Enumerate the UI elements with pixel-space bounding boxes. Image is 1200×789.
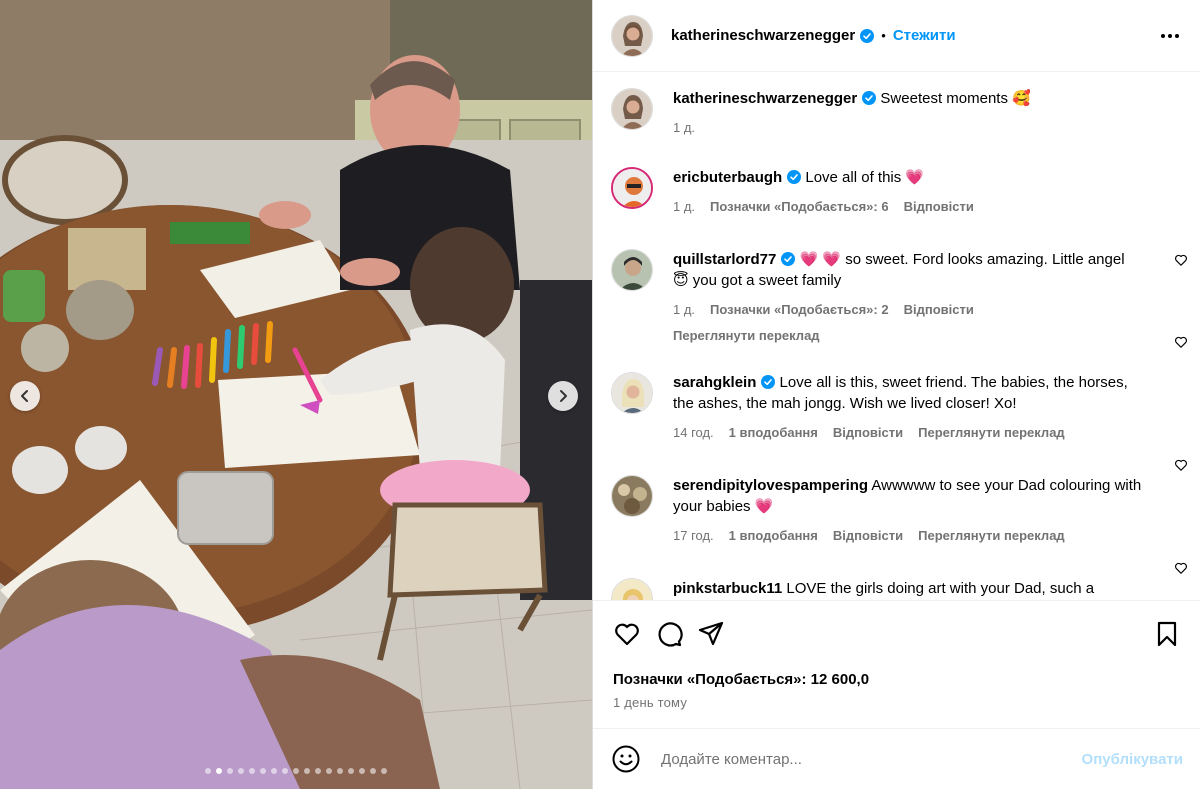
carousel-dot (326, 768, 332, 774)
follow-button[interactable]: Стежити (893, 27, 956, 44)
post-side-panel: katherineschwarzenegger • Стежити kather… (592, 0, 1200, 789)
reply-button[interactable]: Відповісти (833, 525, 903, 546)
carousel-dot (348, 768, 354, 774)
commenter-avatar[interactable] (611, 167, 653, 209)
comment-input[interactable] (661, 750, 1061, 768)
carousel-dot (293, 768, 299, 774)
comment-item: sarahgklein Love all is this, sweet frie… (611, 372, 1200, 471)
caption-username[interactable]: katherineschwarzenegger (673, 90, 857, 107)
carousel-dot (249, 768, 255, 774)
post-header: katherineschwarzenegger • Стежити (593, 0, 1200, 72)
commenter-avatar[interactable] (611, 372, 653, 414)
publish-button[interactable]: Опублікувати (1082, 751, 1183, 768)
comment-likes-link[interactable]: 1 вподобання (729, 525, 818, 546)
author-username[interactable]: katherineschwarzenegger (671, 27, 855, 44)
carousel-dot (260, 768, 266, 774)
comment-time: 17 год. (673, 528, 714, 543)
carousel-dot (370, 768, 376, 774)
carousel-dot (238, 768, 244, 774)
commenter-avatar[interactable] (611, 578, 653, 600)
carousel-dot (216, 768, 222, 774)
carousel-dot (227, 768, 233, 774)
comment-time: 14 год. (673, 425, 714, 440)
carousel-dot (304, 768, 310, 774)
commenter-username[interactable]: serendipitylovespampering (673, 477, 868, 494)
carousel-dot (282, 768, 288, 774)
post-caption: katherineschwarzenegger Sweetest moments… (611, 88, 1200, 138)
like-heart-icon[interactable] (613, 620, 641, 648)
see-translation-button[interactable]: Переглянути переклад (673, 325, 820, 346)
caption-avatar[interactable] (611, 88, 653, 130)
reply-button[interactable]: Відповісти (904, 196, 974, 217)
comment-time: 1 д. (673, 302, 696, 317)
more-options-button[interactable] (1158, 24, 1182, 48)
see-translation-button[interactable]: Переглянути переклад (918, 422, 1065, 443)
verified-badge-icon (781, 252, 796, 266)
author-avatar[interactable] (611, 14, 653, 57)
like-comment-heart-icon[interactable] (1174, 458, 1188, 472)
comment-text: Love all of this 💗 (805, 169, 925, 186)
carousel-dot (271, 768, 277, 774)
post-modal: katherineschwarzenegger • Стежити kather… (0, 0, 1200, 789)
share-send-icon[interactable] (697, 620, 725, 648)
next-slide-button[interactable] (548, 381, 578, 411)
chevron-left-icon (21, 390, 28, 402)
comment-icon[interactable] (655, 620, 683, 648)
carousel-dot (337, 768, 343, 774)
carousel-indicator (0, 768, 592, 774)
like-comment-heart-icon[interactable] (1174, 561, 1188, 575)
post-date: 1 день тому (613, 695, 688, 710)
comment-item: quillstarlord77 💗 💗 so sweet. Ford looks… (611, 249, 1200, 349)
comment-time: 1 д. (673, 199, 696, 214)
commenter-username[interactable]: sarahgklein (673, 374, 756, 391)
verified-badge-icon (761, 375, 776, 389)
comment-item: serendipitylovespampering Awwwww to see … (611, 475, 1200, 574)
caption-time: 1 д. (673, 120, 696, 135)
comment-likes-link[interactable]: 1 вподобання (729, 422, 818, 443)
separator-dot: • (881, 28, 886, 43)
carousel-dot (205, 768, 211, 774)
comment-item: ericbuterbaugh Love all of this 💗 1 д. П… (611, 167, 1200, 266)
emoji-icon[interactable] (611, 744, 641, 774)
comment-item: pinkstarbuck11 LOVE the girls doing art … (611, 578, 1200, 600)
comment-likes-link[interactable]: Позначки «Подобається»: 6 (710, 196, 889, 217)
verified-badge-icon (787, 170, 802, 184)
post-actions: Позначки «Подобається»: 12 600,0 1 день … (593, 600, 1200, 728)
reply-button[interactable]: Відповісти (833, 422, 903, 443)
comment-composer: Опублікувати (593, 728, 1200, 789)
carousel-dot (359, 768, 365, 774)
comments-list[interactable]: katherineschwarzenegger Sweetest moments… (593, 72, 1200, 600)
post-photo (0, 0, 592, 789)
see-translation-button[interactable]: Переглянути переклад (918, 525, 1065, 546)
commenter-avatar[interactable] (611, 249, 653, 291)
comment-text: LOVE the girls doing art with your Dad, … (786, 580, 1095, 597)
reply-button[interactable]: Відповісти (904, 299, 974, 320)
more-horizontal-icon (1161, 33, 1179, 38)
chevron-right-icon (560, 390, 567, 402)
caption-text: Sweetest moments 🥰 (880, 90, 1031, 107)
verified-badge-icon (862, 91, 877, 105)
commenter-avatar[interactable] (611, 475, 653, 517)
likes-count[interactable]: Позначки «Подобається»: 12 600,0 (613, 671, 869, 688)
carousel-dot (315, 768, 321, 774)
commenter-username[interactable]: pinkstarbuck11 (673, 580, 782, 597)
commenter-username[interactable]: quillstarlord77 (673, 251, 776, 268)
photo-scene (0, 0, 592, 789)
save-bookmark-icon[interactable] (1153, 620, 1181, 648)
verified-badge-icon (860, 28, 875, 43)
carousel-dot (381, 768, 387, 774)
commenter-username[interactable]: ericbuterbaugh (673, 169, 782, 186)
previous-slide-button[interactable] (10, 381, 40, 411)
like-comment-heart-icon[interactable] (1174, 335, 1188, 349)
comment-likes-link[interactable]: Позначки «Подобається»: 2 (710, 299, 889, 320)
